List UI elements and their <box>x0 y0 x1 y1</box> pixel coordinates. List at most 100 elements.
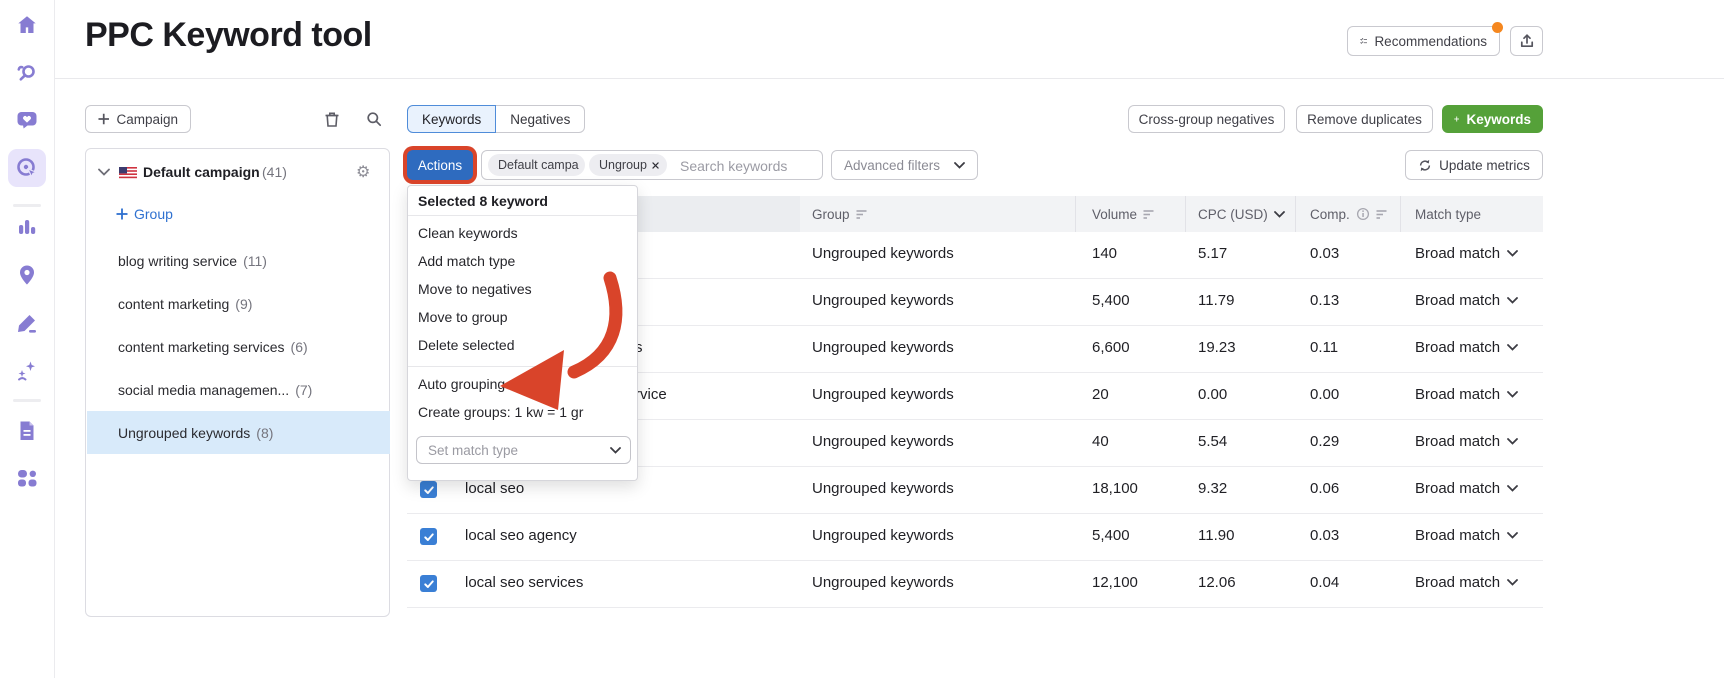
cross-group-negatives-button[interactable]: Cross-group negatives <box>1128 105 1285 133</box>
column-header-competition[interactable]: Comp. <box>1310 196 1387 232</box>
chevron-down-icon[interactable] <box>98 168 110 176</box>
match-type-dropdown[interactable]: Broad match <box>1415 574 1518 591</box>
add-group-button[interactable]: Group <box>116 206 173 222</box>
checklist-icon <box>1360 38 1368 44</box>
match-type-dropdown[interactable]: Broad match <box>1415 480 1518 497</box>
info-icon[interactable] <box>1356 207 1370 221</box>
cpc-cell: 19.23 <box>1198 339 1236 356</box>
keyword-group-item[interactable]: content marketing services (6) <box>87 325 390 368</box>
volume-cell: 5,400 <box>1092 292 1130 309</box>
campaign-tree-panel: Default campaign (41) ⚙ Group blog writi… <box>85 148 390 617</box>
check-icon <box>423 579 434 588</box>
chip-label: Ungroup <box>599 158 647 172</box>
cpc-cell: 11.90 <box>1198 527 1235 544</box>
home-icon[interactable] <box>15 13 39 37</box>
column-header-group[interactable]: Group <box>812 196 867 232</box>
actions-menu-item[interactable]: Add match type <box>408 247 637 275</box>
filter-chip-campaign[interactable]: Default campa <box>488 154 585 176</box>
close-icon[interactable] <box>652 160 659 171</box>
chevron-down-icon <box>1507 532 1518 539</box>
actions-menu-item[interactable]: Clean keywords <box>408 219 637 247</box>
column-header-volume[interactable]: Volume <box>1092 196 1154 232</box>
remove-duplicates-button[interactable]: Remove duplicates <box>1296 105 1433 133</box>
actions-menu-item[interactable]: Create groups: 1 kw = 1 gr <box>408 398 637 426</box>
table-row: local seo services Ungrouped keywords 12… <box>407 561 1543 608</box>
keyword-group-item[interactable]: blog writing service (11) <box>87 239 390 282</box>
table-row: local seo agency Ungrouped keywords 5,40… <box>407 514 1543 561</box>
cpc-cell: 9.32 <box>1198 480 1228 497</box>
header-divider <box>54 78 1724 79</box>
actions-menu-item[interactable]: Delete selected <box>408 331 637 359</box>
keyword-search-box[interactable]: Default campa Ungroup <box>481 150 823 180</box>
match-type-label: Broad match <box>1415 527 1501 544</box>
column-label: Match type <box>1415 206 1482 222</box>
group-count: (11) <box>243 252 267 269</box>
match-type-label: Broad match <box>1415 386 1501 403</box>
sort-icon[interactable] <box>1143 209 1154 219</box>
add-keywords-button[interactable]: Keywords <box>1442 105 1543 133</box>
competition-cell: 0.13 <box>1310 292 1340 309</box>
column-header-match-type[interactable]: Match type <box>1415 196 1481 232</box>
match-type-dropdown[interactable]: Broad match <box>1415 386 1518 403</box>
reports-icon[interactable] <box>15 419 39 443</box>
actions-button[interactable]: Actions <box>407 150 473 180</box>
group-cell: Ungrouped keywords <box>812 386 954 403</box>
column-header-cpc[interactable]: CPC (USD) <box>1198 196 1285 232</box>
ai-tools-icon[interactable] <box>15 359 39 383</box>
match-type-dropdown[interactable]: Broad match <box>1415 339 1518 356</box>
update-metrics-button[interactable]: Update metrics <box>1405 150 1543 180</box>
cpc-cell: 0.00 <box>1198 386 1228 403</box>
match-type-dropdown[interactable]: Broad match <box>1415 245 1518 262</box>
keyword-group-item[interactable]: content marketing (9) <box>87 282 390 325</box>
match-type-dropdown[interactable]: Broad match <box>1415 292 1518 309</box>
row-checkbox[interactable] <box>420 481 437 498</box>
sort-icon[interactable] <box>856 209 867 219</box>
row-checkbox[interactable] <box>420 528 437 545</box>
column-label: Volume <box>1092 206 1138 222</box>
group-count: (9) <box>235 295 253 312</box>
cpc-cell: 5.54 <box>1198 433 1228 450</box>
match-type-dropdown[interactable]: Broad match <box>1415 527 1518 544</box>
recommendations-button[interactable]: Recommendations <box>1347 22 1503 56</box>
set-match-type-select[interactable]: Set match type <box>416 436 631 464</box>
content-tools-icon[interactable] <box>15 311 39 335</box>
feedback-heart-icon[interactable] <box>15 108 39 132</box>
match-type-label: Broad match <box>1415 245 1501 262</box>
export-button[interactable] <box>1510 26 1543 56</box>
chevron-down-icon[interactable] <box>1273 210 1285 218</box>
search-icon <box>367 112 382 127</box>
chevron-down-icon <box>1507 250 1518 257</box>
delete-campaign-button[interactable] <box>316 103 348 135</box>
app-sidebar-rail <box>0 0 55 678</box>
row-checkbox[interactable] <box>420 575 437 592</box>
tab-keywords[interactable]: Keywords <box>407 105 497 133</box>
analytics-icon[interactable] <box>15 215 39 239</box>
actions-menu-item[interactable]: Move to group <box>408 303 637 331</box>
add-campaign-button[interactable]: Campaign <box>85 105 191 133</box>
actions-menu-group-2: Auto grouping Create groups: 1 kw = 1 gr <box>408 370 637 426</box>
gear-icon[interactable]: ⚙ <box>356 162 370 182</box>
group-name: Ungrouped keywords <box>118 424 251 441</box>
advanced-filters-button[interactable]: Advanced filters <box>831 150 978 180</box>
actions-menu-item[interactable]: Move to negatives <box>408 275 637 303</box>
actions-menu-item[interactable]: Auto grouping <box>408 370 637 398</box>
group-name: social media managemen... <box>118 381 290 398</box>
search-keywords-input[interactable] <box>678 154 817 178</box>
search-campaigns-button[interactable] <box>358 103 390 135</box>
keyword-group-item[interactable]: social media managemen... (7) <box>87 368 390 411</box>
more-tools-icon[interactable] <box>15 466 39 490</box>
local-listings-icon[interactable] <box>15 263 39 287</box>
chevron-down-icon <box>610 446 621 454</box>
match-type-dropdown[interactable]: Broad match <box>1415 433 1518 450</box>
sort-icon[interactable] <box>1376 209 1387 219</box>
filter-chip-group[interactable]: Ungroup <box>589 154 667 176</box>
group-name: content marketing <box>118 295 230 312</box>
keyword-research-icon[interactable] <box>15 61 39 85</box>
ppc-keyword-tool-icon[interactable] <box>15 156 39 180</box>
volume-cell: 140 <box>1092 245 1118 262</box>
campaign-row[interactable]: Default campaign (41) ⚙ <box>86 159 389 187</box>
tab-negatives[interactable]: Negatives <box>496 105 586 133</box>
keyword-group-item[interactable]: Ungrouped keywords (8) <box>87 411 390 454</box>
rail-divider <box>13 399 41 402</box>
volume-cell: 18,100 <box>1092 480 1138 497</box>
